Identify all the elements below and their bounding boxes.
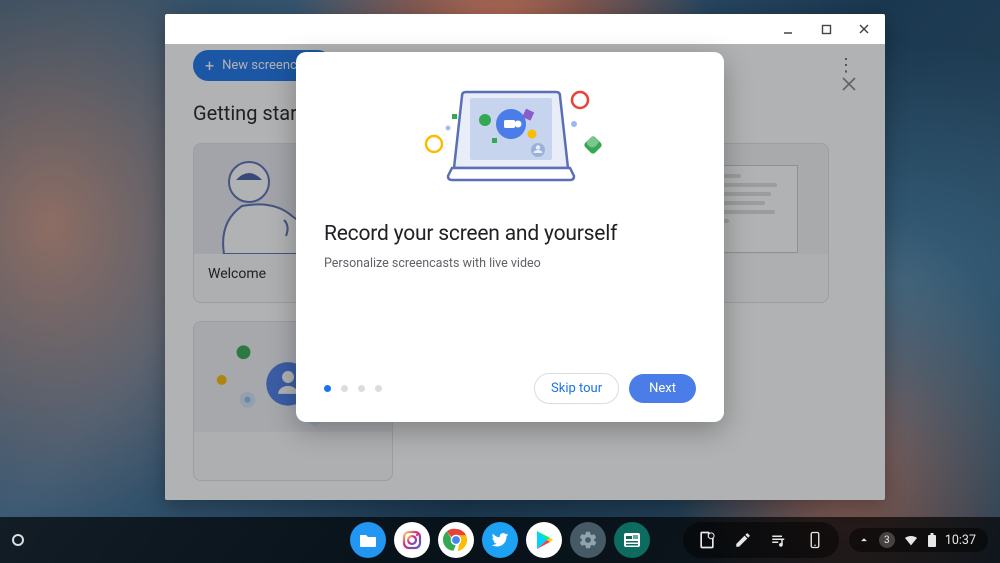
- battery-icon: [927, 533, 937, 548]
- play-store-app-icon[interactable]: [526, 522, 562, 558]
- next-button[interactable]: Next: [629, 374, 696, 403]
- notification-badge: 3: [879, 532, 895, 548]
- tour-subtitle: Personalize screencasts with live video: [324, 256, 696, 271]
- status-area[interactable]: 3 10:37: [849, 528, 988, 552]
- window-titlebar: [165, 14, 885, 44]
- chromeos-shelf: 3 10:37: [0, 517, 1000, 563]
- wifi-icon: [903, 532, 919, 548]
- tour-actions: Skip tour Next: [534, 373, 696, 404]
- launcher-button[interactable]: [12, 534, 24, 546]
- tour-dot-4[interactable]: [375, 385, 382, 392]
- twitter-app-icon[interactable]: [482, 522, 518, 558]
- tour-dot-1[interactable]: [324, 385, 331, 392]
- instagram-app-icon[interactable]: [394, 522, 430, 558]
- playlist-tray-icon[interactable]: [765, 526, 793, 554]
- files-app-icon[interactable]: [350, 522, 386, 558]
- chevron-up-icon: [857, 533, 871, 547]
- clock: 10:37: [945, 533, 976, 548]
- skip-tour-button[interactable]: Skip tour: [534, 373, 619, 404]
- window-close-button[interactable]: [851, 16, 877, 42]
- tote-tray-icon[interactable]: [693, 526, 721, 554]
- window-minimize-button[interactable]: [775, 16, 801, 42]
- tour-progress-dots: [324, 385, 382, 392]
- shelf-pinned-apps: [350, 522, 650, 558]
- settings-app-icon[interactable]: [570, 522, 606, 558]
- tour-footer: Skip tour Next: [324, 373, 696, 404]
- news-app-icon[interactable]: [614, 522, 650, 558]
- tour-illustration: [324, 72, 696, 200]
- tour-dot-2[interactable]: [341, 385, 348, 392]
- tour-title: Record your screen and yourself: [324, 222, 696, 246]
- tray-tools: [683, 522, 839, 558]
- tour-modal: Record your screen and yourself Personal…: [296, 52, 724, 422]
- tour-close-button[interactable]: [835, 70, 863, 98]
- shelf-right: 3 10:37: [683, 522, 988, 558]
- phone-hub-tray-icon[interactable]: [801, 526, 829, 554]
- tour-dot-3[interactable]: [358, 385, 365, 392]
- window-maximize-button[interactable]: [813, 16, 839, 42]
- chrome-app-icon[interactable]: [438, 522, 474, 558]
- stylus-tray-icon[interactable]: [729, 526, 757, 554]
